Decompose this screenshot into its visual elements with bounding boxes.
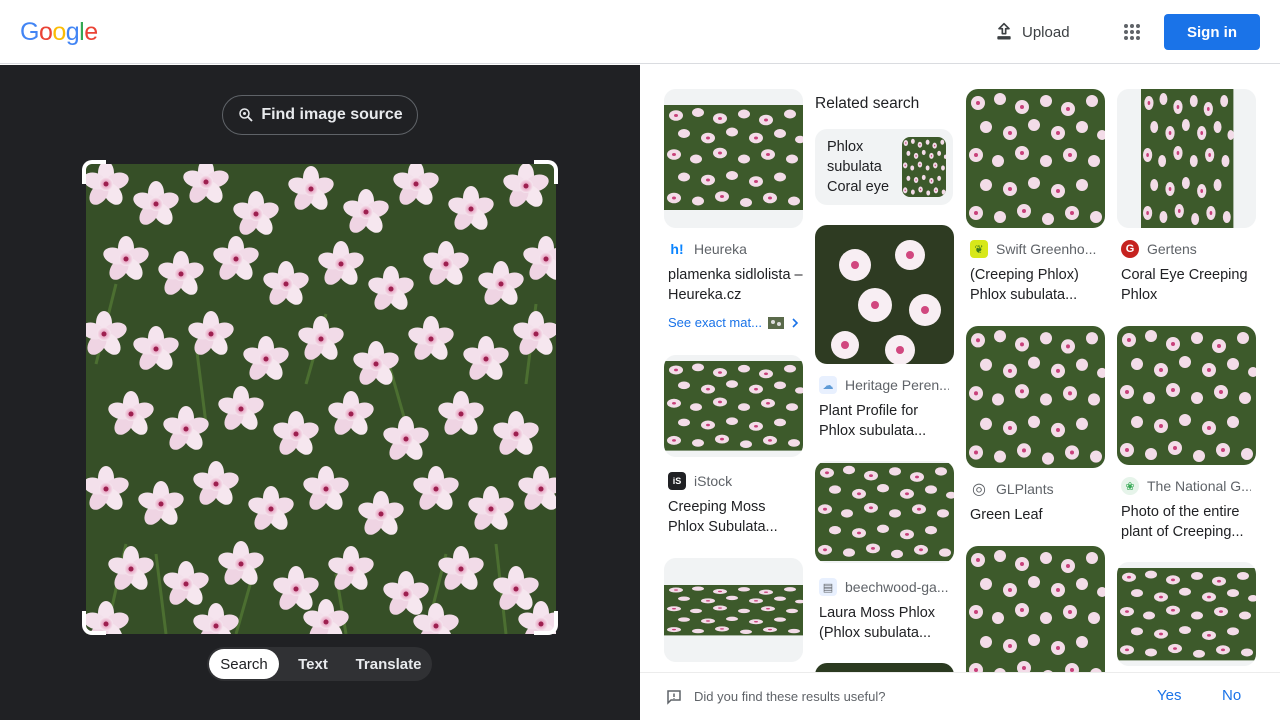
result-source[interactable]: G Gertens [1121, 240, 1251, 258]
result-source[interactable]: ❀ The National G... [1121, 477, 1251, 495]
result-thumbnail[interactable] [966, 89, 1105, 228]
logo-letter: o [38, 18, 53, 46]
result-thumbnail[interactable] [664, 558, 803, 662]
feedback-icon [667, 690, 681, 705]
mode-translate-tab[interactable]: Translate [347, 649, 430, 679]
find-image-source-label: Find image source [261, 106, 403, 123]
result-title[interactable]: Creeping Moss Phlox Subulata... [668, 497, 804, 537]
result-source[interactable]: ☁ Heritage Peren... [819, 376, 949, 394]
crop-handle-bottom-left[interactable] [82, 611, 106, 635]
feedback-question: Did you find these results useful? [694, 689, 886, 704]
header-bar: Google Upload Sign in [0, 0, 1280, 64]
google-apps-button[interactable] [1112, 12, 1152, 52]
istock-favicon: iS [668, 472, 686, 490]
logo-letter: G [20, 18, 39, 46]
chevron-right-icon [792, 317, 799, 328]
result-thumbnail[interactable] [815, 461, 954, 563]
result-thumbnail[interactable] [1117, 89, 1256, 228]
result-title[interactable]: Coral Eye Creeping Phlox [1121, 265, 1257, 305]
logo-letter: g [65, 18, 80, 46]
heritage-favicon: ☁ [819, 376, 837, 394]
upload-label: Upload [1022, 23, 1070, 41]
source-name: Heritage Peren... [845, 377, 949, 393]
source-name: GLPlants [996, 481, 1054, 497]
query-image[interactable] [86, 164, 556, 634]
apps-grid-icon [1124, 24, 1140, 40]
query-image-panel: Find image source Search Text Translate [0, 65, 640, 720]
logo-letter: o [52, 18, 66, 46]
result-title[interactable]: Green Leaf [970, 505, 1106, 525]
source-name: iStock [694, 473, 733, 489]
result-thumbnail[interactable] [664, 355, 803, 457]
result-title[interactable]: (Creeping Phlox) Phlox subulata... [970, 265, 1106, 305]
google-logo[interactable]: Google [20, 18, 98, 47]
globe-icon: ◎ [970, 480, 988, 498]
result-title[interactable]: plamenka sidlolista – Heureka.cz [668, 265, 804, 305]
feedback-yes-button[interactable]: Yes [1157, 687, 1181, 704]
crop-handle-bottom-right[interactable] [534, 611, 558, 635]
mode-search-tab[interactable]: Search [209, 649, 279, 679]
upload-icon [997, 22, 1011, 40]
related-search-chip[interactable]: Phlox subulata Coral eye [815, 129, 953, 205]
related-search-heading: Related search [815, 95, 920, 112]
logo-letter: e [84, 18, 98, 46]
find-image-source-button[interactable]: Find image source [222, 95, 418, 135]
gertens-favicon: G [1121, 240, 1139, 258]
feedback-no-button[interactable]: No [1222, 687, 1241, 704]
result-thumbnail[interactable] [966, 546, 1105, 686]
related-search-thumb [902, 137, 946, 197]
heureka-favicon: h! [668, 240, 686, 258]
see-exact-label: See exact mat... [668, 315, 762, 330]
result-thumbnail[interactable] [815, 225, 954, 364]
result-thumbnail[interactable] [966, 326, 1105, 468]
result-source[interactable]: iS iStock [668, 472, 798, 490]
swift-greenhouse-favicon: ❦ [970, 240, 988, 258]
result-title[interactable]: Plant Profile for Phlox subulata... [819, 401, 955, 441]
source-name: The National G... [1147, 478, 1251, 494]
exact-match-mini-thumb [767, 316, 784, 329]
lens-search-icon [239, 108, 253, 122]
crop-handle-top-right[interactable] [534, 160, 558, 184]
result-source[interactable]: ◎ GLPlants [970, 480, 1100, 498]
result-source[interactable]: ❦ Swift Greenho... [970, 240, 1100, 258]
visual-matches-panel: h! Heureka plamenka sidlolista – Heureka… [640, 65, 1280, 720]
result-thumbnail[interactable] [664, 89, 803, 228]
source-name: beechwood-ga... [845, 579, 949, 595]
beechwood-favicon: ▤ [819, 578, 837, 596]
source-name: Heureka [694, 241, 747, 257]
national-garden-favicon: ❀ [1121, 477, 1139, 495]
result-title[interactable]: Laura Moss Phlox (Phlox subulata... [819, 603, 955, 643]
feedback-bar: Did you find these results useful? Yes N… [640, 672, 1280, 720]
source-name: Gertens [1147, 241, 1197, 257]
source-name: Swift Greenho... [996, 241, 1097, 257]
sign-in-button[interactable]: Sign in [1164, 14, 1260, 50]
upload-button[interactable]: Upload [984, 12, 1074, 52]
result-source[interactable]: ▤ beechwood-ga... [819, 578, 949, 596]
mode-text-tab[interactable]: Text [279, 649, 347, 679]
related-search-query: Phlox subulata Coral eye [827, 139, 890, 195]
result-thumbnail[interactable] [1117, 562, 1256, 666]
crop-handle-top-left[interactable] [82, 160, 106, 184]
flower-photo [86, 164, 556, 634]
result-title[interactable]: Photo of the entire plant of Creeping... [1121, 502, 1257, 542]
result-source[interactable]: h! Heureka [668, 240, 798, 258]
lens-mode-switcher: Search Text Translate [207, 647, 432, 681]
result-thumbnail[interactable] [1117, 326, 1256, 465]
see-exact-matches-link[interactable]: See exact mat... [668, 315, 800, 330]
